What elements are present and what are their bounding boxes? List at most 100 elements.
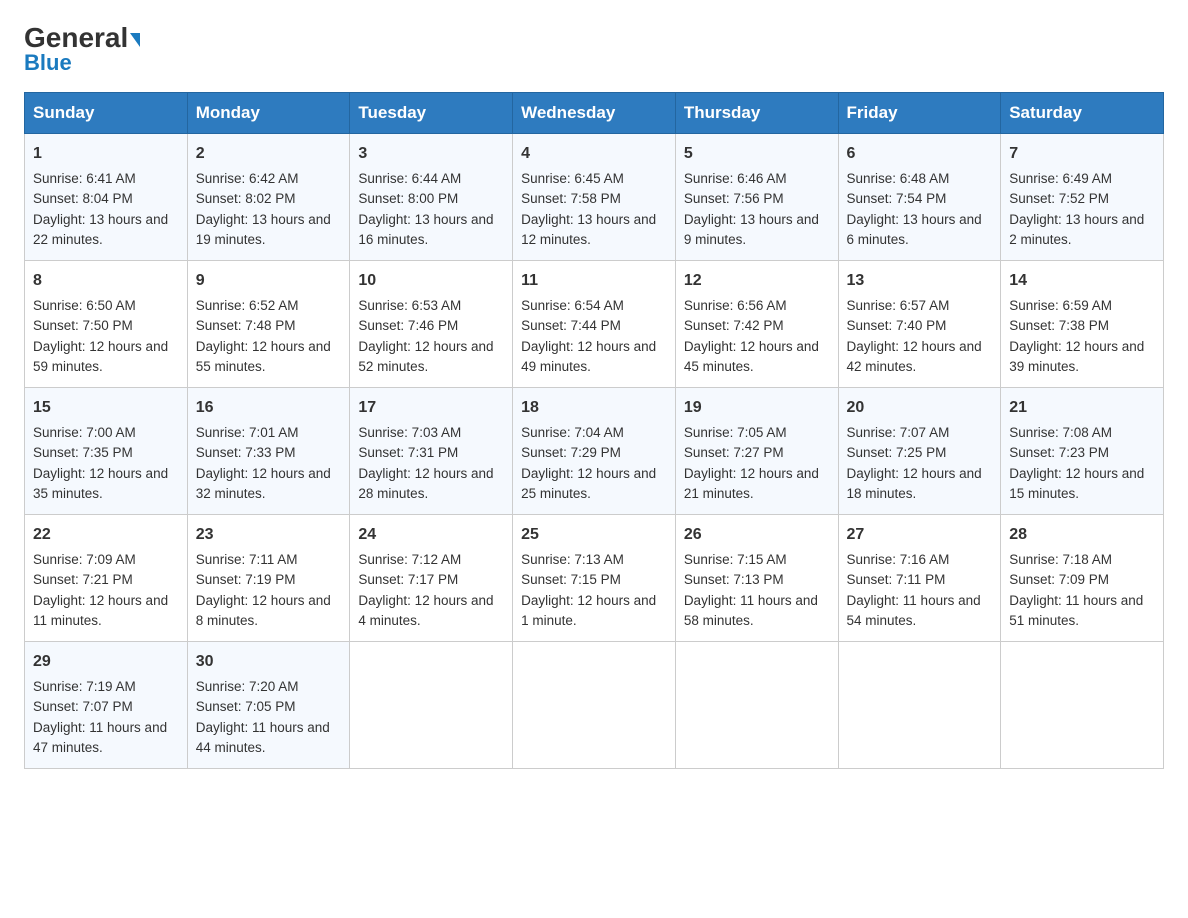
calendar-cell: 15Sunrise: 7:00 AMSunset: 7:35 PMDayligh… [25,388,188,515]
daylight-text: Daylight: 12 hours and 21 minutes. [684,466,819,501]
sunset-text: Sunset: 7:25 PM [847,445,947,460]
day-number: 10 [358,269,504,293]
daylight-text: Daylight: 13 hours and 19 minutes. [196,212,331,247]
sunset-text: Sunset: 7:56 PM [684,191,784,206]
sunrise-text: Sunrise: 7:11 AM [196,552,298,567]
header-sunday: Sunday [25,93,188,134]
logo: General Blue [24,24,140,76]
calendar-cell: 20Sunrise: 7:07 AMSunset: 7:25 PMDayligh… [838,388,1001,515]
sunrise-text: Sunrise: 6:54 AM [521,298,624,313]
header-monday: Monday [187,93,350,134]
day-number: 25 [521,523,667,547]
day-number: 22 [33,523,179,547]
day-number: 7 [1009,142,1155,166]
day-number: 21 [1009,396,1155,420]
day-number: 19 [684,396,830,420]
day-number: 23 [196,523,342,547]
header-friday: Friday [838,93,1001,134]
day-number: 13 [847,269,993,293]
sunset-text: Sunset: 8:00 PM [358,191,458,206]
sunrise-text: Sunrise: 7:15 AM [684,552,787,567]
daylight-text: Daylight: 12 hours and 1 minute. [521,593,656,628]
day-number: 5 [684,142,830,166]
calendar-cell: 1Sunrise: 6:41 AMSunset: 8:04 PMDaylight… [25,134,188,261]
daylight-text: Daylight: 13 hours and 9 minutes. [684,212,819,247]
sunset-text: Sunset: 7:58 PM [521,191,621,206]
calendar-cell: 27Sunrise: 7:16 AMSunset: 7:11 PMDayligh… [838,515,1001,642]
day-number: 6 [847,142,993,166]
calendar-week-3: 15Sunrise: 7:00 AMSunset: 7:35 PMDayligh… [25,388,1164,515]
calendar-cell: 12Sunrise: 6:56 AMSunset: 7:42 PMDayligh… [675,261,838,388]
day-number: 18 [521,396,667,420]
calendar-cell: 25Sunrise: 7:13 AMSunset: 7:15 PMDayligh… [513,515,676,642]
header-tuesday: Tuesday [350,93,513,134]
sunset-text: Sunset: 7:44 PM [521,318,621,333]
day-number: 9 [196,269,342,293]
day-number: 14 [1009,269,1155,293]
calendar-cell: 16Sunrise: 7:01 AMSunset: 7:33 PMDayligh… [187,388,350,515]
calendar-cell: 30Sunrise: 7:20 AMSunset: 7:05 PMDayligh… [187,642,350,769]
sunrise-text: Sunrise: 7:12 AM [358,552,461,567]
sunset-text: Sunset: 7:54 PM [847,191,947,206]
daylight-text: Daylight: 12 hours and 49 minutes. [521,339,656,374]
calendar-table: SundayMondayTuesdayWednesdayThursdayFrid… [24,92,1164,769]
calendar-week-4: 22 Sunrise: 7:09 AM Sunset: 7:21 PM Dayligh… [25,515,1164,642]
daylight-text: Daylight: 13 hours and 2 minutes. [1009,212,1144,247]
sunrise-text: Sunrise: 6:42 AM [196,171,299,186]
sunset-text: Sunset: 7:31 PM [358,445,458,460]
calendar-cell: 22 Sunrise: 7:09 AM Sunset: 7:21 PM Dayligh… [25,515,188,642]
sunrise-text: Sunrise: 6:49 AM [1009,171,1112,186]
sunrise-text: Sunrise: 7:09 AM [33,552,136,567]
daylight-text: Daylight: 11 hours and 54 minutes. [847,593,981,628]
page-header: General Blue [24,24,1164,76]
sunrise-text: Sunrise: 7:13 AM [521,552,624,567]
sunrise-text: Sunrise: 6:44 AM [358,171,461,186]
daylight-text: Daylight: 12 hours and 4 minutes. [358,593,493,628]
calendar-cell: 19Sunrise: 7:05 AMSunset: 7:27 PMDayligh… [675,388,838,515]
calendar-cell: 18Sunrise: 7:04 AMSunset: 7:29 PMDayligh… [513,388,676,515]
calendar-cell [513,642,676,769]
calendar-cell: 23Sunrise: 7:11 AMSunset: 7:19 PMDayligh… [187,515,350,642]
daylight-text: Daylight: 13 hours and 16 minutes. [358,212,493,247]
sunset-text: Sunset: 7:11 PM [847,572,946,587]
sunrise-text: Sunrise: 6:57 AM [847,298,950,313]
daylight-text: Daylight: 12 hours and 55 minutes. [196,339,331,374]
header-saturday: Saturday [1001,93,1164,134]
daylight-text: Daylight: 12 hours and 59 minutes. [33,339,168,374]
sunset-text: Sunset: 7:23 PM [1009,445,1109,460]
sunset-text: Sunset: 7:05 PM [196,699,296,714]
sunset-text: Sunset: 7:46 PM [358,318,458,333]
day-number: 28 [1009,523,1155,547]
daylight-text: Daylight: 13 hours and 6 minutes. [847,212,982,247]
sunrise-text: Sunrise: 6:46 AM [684,171,787,186]
sunrise-text: Sunrise: 7:18 AM [1009,552,1112,567]
calendar-week-2: 8Sunrise: 6:50 AMSunset: 7:50 PMDaylight… [25,261,1164,388]
logo-general: General [24,22,128,53]
calendar-cell: 10Sunrise: 6:53 AMSunset: 7:46 PMDayligh… [350,261,513,388]
day-number: 30 [196,650,342,674]
sunrise-text: Sunrise: 6:53 AM [358,298,461,313]
sunset-text: Sunset: 7:21 PM [33,572,133,587]
calendar-cell: 6Sunrise: 6:48 AMSunset: 7:54 PMDaylight… [838,134,1001,261]
sunrise-text: Sunrise: 7:04 AM [521,425,624,440]
calendar-cell: 17Sunrise: 7:03 AMSunset: 7:31 PMDayligh… [350,388,513,515]
day-number: 29 [33,650,179,674]
header-thursday: Thursday [675,93,838,134]
day-number: 11 [521,269,667,293]
daylight-text: Daylight: 12 hours and 25 minutes. [521,466,656,501]
daylight-text: Daylight: 11 hours and 44 minutes. [196,720,330,755]
sunrise-text: Sunrise: 7:03 AM [358,425,461,440]
calendar-cell: 13Sunrise: 6:57 AMSunset: 7:40 PMDayligh… [838,261,1001,388]
calendar-cell: 21Sunrise: 7:08 AMSunset: 7:23 PMDayligh… [1001,388,1164,515]
day-number: 15 [33,396,179,420]
calendar-cell: 4Sunrise: 6:45 AMSunset: 7:58 PMDaylight… [513,134,676,261]
sunset-text: Sunset: 7:17 PM [358,572,458,587]
daylight-text: Daylight: 12 hours and 11 minutes. [33,593,168,628]
daylight-text: Daylight: 12 hours and 45 minutes. [684,339,819,374]
day-number: 8 [33,269,179,293]
calendar-cell [838,642,1001,769]
daylight-text: Daylight: 12 hours and 8 minutes. [196,593,331,628]
daylight-text: Daylight: 12 hours and 32 minutes. [196,466,331,501]
calendar-cell: 29Sunrise: 7:19 AMSunset: 7:07 PMDayligh… [25,642,188,769]
calendar-cell: 24Sunrise: 7:12 AMSunset: 7:17 PMDayligh… [350,515,513,642]
